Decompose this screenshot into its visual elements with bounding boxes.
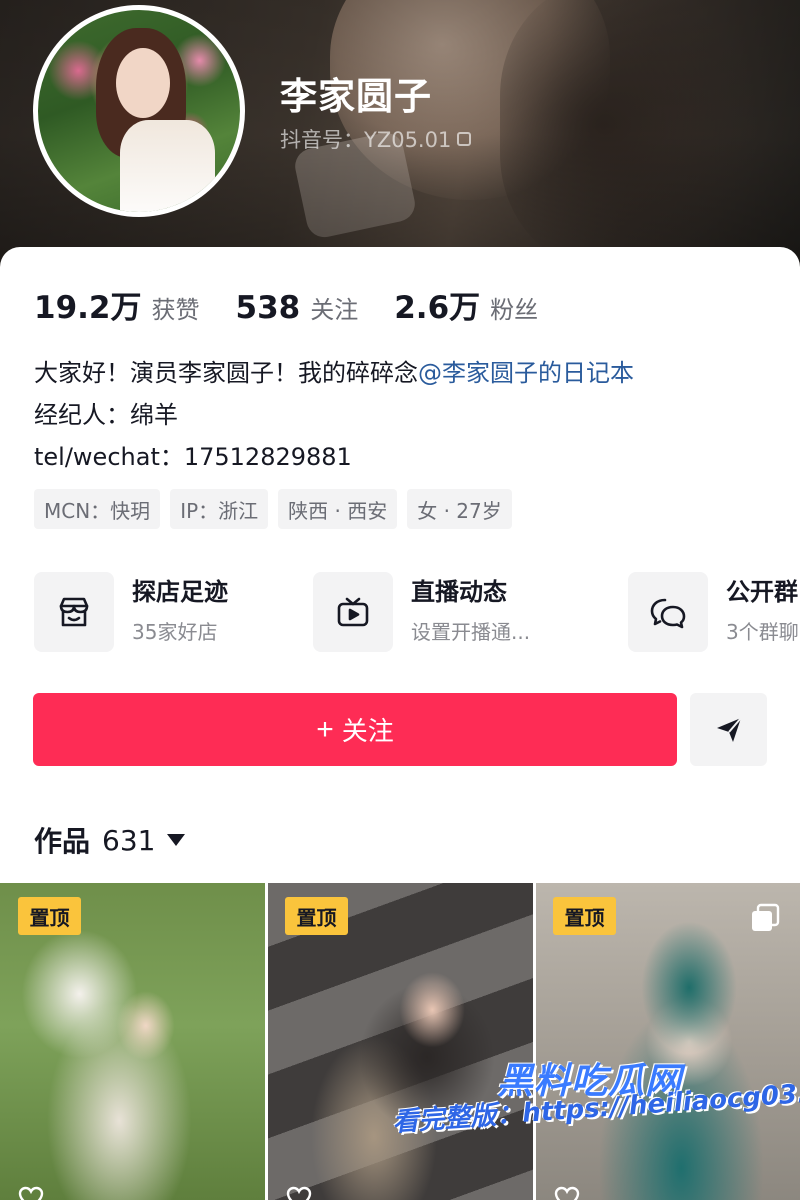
- works-label: 作品: [34, 825, 91, 858]
- chevron-down-icon[interactable]: [167, 834, 186, 846]
- heart-icon: [18, 1186, 44, 1200]
- copy-icon[interactable]: [457, 132, 472, 146]
- pinned-badge: 置顶: [18, 897, 81, 935]
- profile-tags: MCN：快玥 IP：浙江 陕西 · 西安 女 · 27岁: [34, 489, 512, 529]
- stat-value: 538: [235, 290, 301, 326]
- video-thumbnail[interactable]: 置顶: [268, 883, 533, 1200]
- bio-line-3: tel/wechat：17512829881: [34, 443, 352, 471]
- feature-subtitle: 3个群聊: [726, 620, 799, 644]
- stat-value: 2.6万: [394, 290, 481, 326]
- feature-shop-visits[interactable]: 探店足迹 35家好店: [34, 570, 228, 654]
- send-icon: [716, 716, 742, 742]
- bio-line-2: 经纪人：绵羊: [34, 401, 178, 429]
- stat-value: 19.2万: [34, 290, 142, 326]
- heart-icon: [554, 1186, 580, 1200]
- stat-followers[interactable]: 2.6万 粉丝: [394, 282, 538, 327]
- feature-title: 探店足迹: [132, 578, 228, 606]
- avatar-dress: [120, 120, 215, 212]
- douyin-id[interactable]: 抖音号：YZ05.01: [280, 124, 472, 154]
- avatar[interactable]: [33, 5, 245, 217]
- stat-label: 关注: [310, 296, 359, 324]
- video-thumbnail[interactable]: 置顶: [536, 883, 800, 1200]
- pinned-badge: 置顶: [553, 897, 616, 935]
- feature-group-chat[interactable]: 公开群 3个群聊: [628, 570, 799, 654]
- feature-title: 直播动态: [411, 578, 507, 606]
- feature-subtitle: 设置开播通...: [411, 620, 531, 644]
- stat-following[interactable]: 538 关注: [236, 290, 359, 326]
- shop-icon: [34, 572, 114, 652]
- tag-ip: IP：浙江: [170, 489, 269, 529]
- profile-cover: 李家圆子 抖音号：YZ05.01: [0, 0, 800, 270]
- heart-icon: [286, 1186, 312, 1200]
- feature-subtitle: 35家好店: [132, 620, 218, 644]
- bio-mention-link[interactable]: @李家圆子的日记本: [418, 359, 634, 387]
- plus-icon: +: [316, 712, 334, 746]
- profile-name: 李家圆子: [280, 75, 432, 118]
- feature-title: 公开群: [726, 578, 798, 606]
- feature-row: 探店足迹 35家好店 直播动态 设置开播通... 公开群 3个群聊: [34, 570, 800, 654]
- tag-location: 陕西 · 西安: [278, 489, 398, 529]
- video-thumbnail[interactable]: 置顶: [0, 883, 265, 1200]
- follow-label: 关注: [341, 716, 394, 746]
- tag-gender-age: 女 · 27岁: [407, 489, 512, 529]
- pinned-badge: 置顶: [285, 897, 348, 935]
- works-count: 631: [102, 823, 156, 857]
- avatar-face: [116, 48, 170, 118]
- bio-line-1: 大家好！演员李家圆子！我的碎碎念@李家圆子的日记本: [34, 352, 634, 394]
- stats-row: 19.2万 获赞 538 关注 2.6万 粉丝: [34, 282, 574, 327]
- stat-label: 获赞: [151, 296, 200, 324]
- tv-icon: [313, 572, 393, 652]
- stat-likes[interactable]: 19.2万 获赞: [34, 282, 200, 327]
- bio-text: 大家好！演员李家圆子！我的碎碎念: [34, 359, 418, 387]
- douyin-id-text: 抖音号：YZ05.01: [280, 128, 452, 152]
- tab-works[interactable]: 作品 631: [34, 820, 186, 860]
- follow-button[interactable]: + 关注: [33, 693, 677, 766]
- share-button[interactable]: [690, 693, 767, 766]
- profile-bio: 大家好！演员李家圆子！我的碎碎念@李家圆子的日记本 经纪人：绵羊 tel/wec…: [34, 352, 634, 478]
- feature-live[interactable]: 直播动态 设置开播通...: [313, 570, 530, 654]
- tag-mcn: MCN：快玥: [34, 489, 161, 529]
- stat-label: 粉丝: [490, 296, 539, 324]
- chat-icon: [628, 572, 708, 652]
- multi-image-icon: [752, 903, 780, 931]
